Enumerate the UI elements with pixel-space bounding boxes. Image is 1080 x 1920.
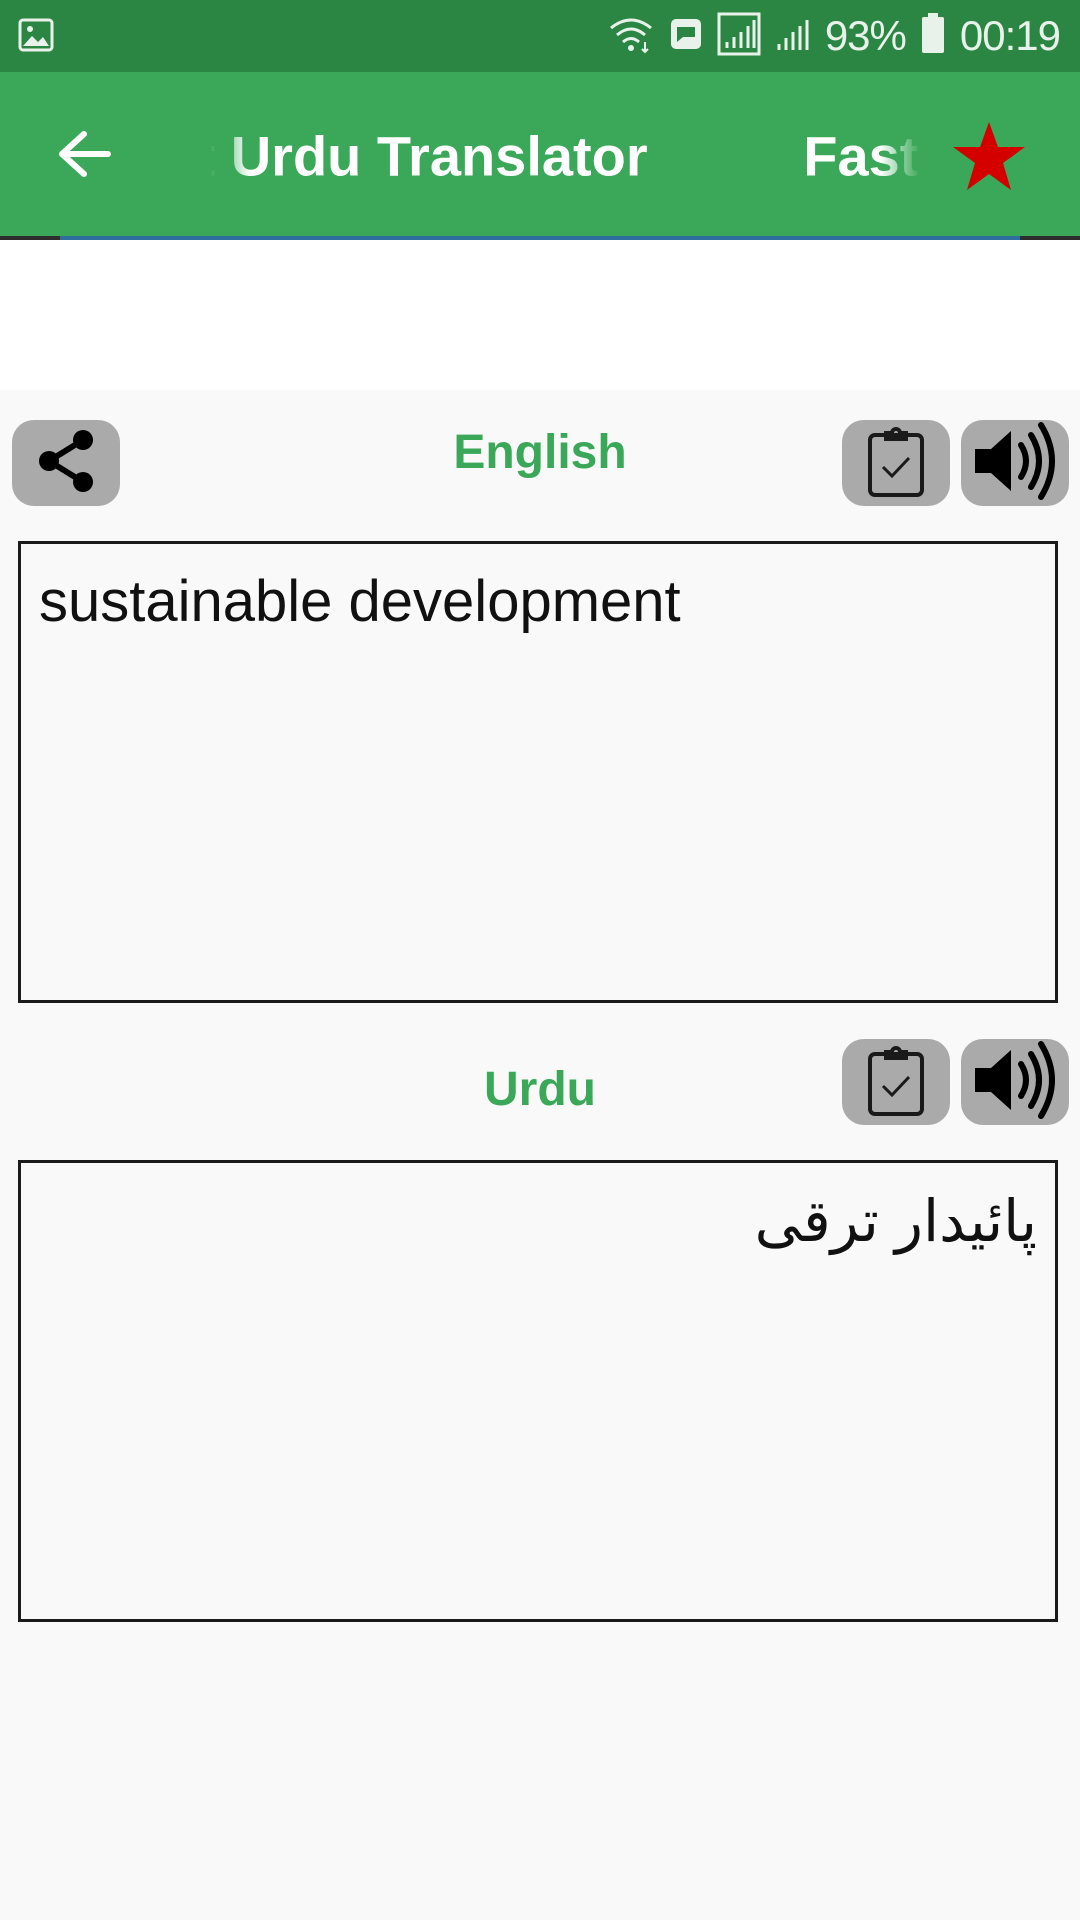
star-icon xyxy=(952,122,1026,196)
clock: 00:19 xyxy=(959,12,1061,59)
copy-source-button[interactable] xyxy=(842,420,950,506)
app-title-marquee: Fast Urdu Translator Fast Urdu Translato… xyxy=(210,72,920,240)
back-button[interactable] xyxy=(44,116,124,196)
source-text-input[interactable]: sustainable development xyxy=(18,541,1058,1003)
message-icon xyxy=(669,17,703,56)
clipboard-check-icon xyxy=(866,1044,926,1121)
gallery-icon xyxy=(18,18,54,57)
back-arrow-icon xyxy=(56,129,112,184)
share-icon xyxy=(31,426,101,501)
translation-output[interactable]: پائیدار ترقی xyxy=(18,1160,1058,1622)
signal-icon xyxy=(775,14,811,59)
source-language-label: English xyxy=(453,426,627,479)
speaker-icon xyxy=(969,1040,1061,1125)
signal-icon xyxy=(717,12,761,61)
target-language-label: Urdu xyxy=(484,1063,596,1116)
marquee-fade xyxy=(210,72,250,240)
speak-source-button[interactable] xyxy=(961,420,1069,506)
status-bar: 93% 00:19 xyxy=(0,0,1080,72)
copy-translation-button[interactable] xyxy=(842,1039,950,1125)
marquee-fade xyxy=(880,72,920,240)
battery-percent: 93% xyxy=(824,12,907,59)
share-button[interactable] xyxy=(12,420,120,506)
battery-icon xyxy=(920,12,946,60)
clipboard-check-icon xyxy=(866,425,926,502)
speaker-icon xyxy=(969,421,1061,506)
app-bar: Fast Urdu Translator Fast Urdu Translato… xyxy=(0,72,1080,240)
speak-translation-button[interactable] xyxy=(961,1039,1069,1125)
ad-banner-area xyxy=(0,240,1080,390)
status-icons: 93% 00:19 xyxy=(607,0,1061,72)
wifi-icon xyxy=(607,14,655,59)
app-title: Fast Urdu Translator Fast Urdu Translato… xyxy=(210,124,919,188)
favorite-button[interactable] xyxy=(952,120,1026,192)
